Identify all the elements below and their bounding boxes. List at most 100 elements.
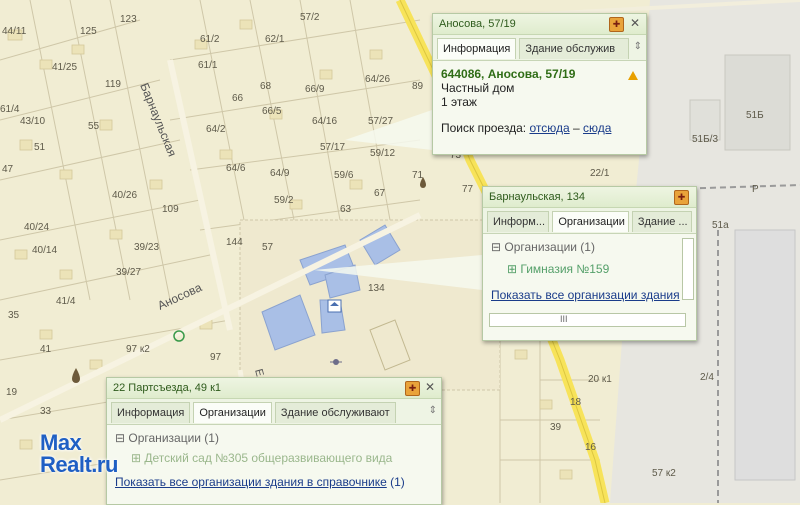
house-number-label: 61/2 bbox=[200, 34, 220, 45]
popup-barnaulskaya-title: Барнаульская, 134 bbox=[483, 187, 696, 208]
orgs-header[interactable]: ⊟ Организации (1) bbox=[491, 240, 688, 254]
house-number-label: 125 bbox=[80, 26, 97, 37]
house-number-label: 68 bbox=[260, 81, 272, 92]
popup-partsezda-body: ⊟ Организации (1) ⊞ Детский сад №305 общ… bbox=[107, 425, 441, 495]
house-number-label: 47 bbox=[2, 164, 14, 175]
org-item-label: Гимназия №159 bbox=[520, 262, 610, 276]
house-number-label: 40/24 bbox=[24, 222, 49, 233]
address-line: 644086, Аносова, 57/19 bbox=[441, 67, 576, 81]
orgs-header-label: Организации (1) bbox=[504, 240, 595, 254]
house-number-label: 20 к1 bbox=[588, 374, 612, 385]
tabs-more-icon[interactable]: ⇕ bbox=[429, 402, 437, 424]
org-item-label: Детский сад №305 общеразвивающего вида bbox=[144, 451, 393, 465]
all-orgs-count: (1) bbox=[390, 475, 405, 489]
route-from-link[interactable]: отсюда bbox=[529, 121, 569, 135]
house-number-label: 51а bbox=[712, 220, 729, 231]
all-orgs: Показать все организации здания в справо… bbox=[115, 475, 433, 489]
scroll-grip[interactable]: III bbox=[560, 314, 568, 324]
house-number-label: 51Б bbox=[746, 110, 764, 121]
house-number-label: 63 bbox=[340, 204, 352, 215]
close-icon[interactable]: ✕ bbox=[630, 16, 640, 30]
all-orgs: Показать все организации здания bbox=[491, 288, 688, 302]
house-number-label: 66/9 bbox=[305, 84, 325, 95]
route-to-link[interactable]: сюда bbox=[583, 121, 611, 135]
house-number-label: 41/4 bbox=[56, 296, 76, 307]
building-type: Частный дом bbox=[441, 81, 515, 95]
tab-building-service[interactable]: Здание обслуживают bbox=[274, 402, 396, 423]
horizontal-scrollbar[interactable]: III bbox=[489, 313, 686, 327]
house-number-label: 33 bbox=[40, 406, 52, 417]
house-number-label: 35 bbox=[8, 310, 20, 321]
house-number-label: 66 bbox=[232, 93, 244, 104]
route-search: Поиск проезда: отсюда – сюда bbox=[441, 121, 638, 135]
close-icon[interactable]: ✕ bbox=[425, 380, 435, 394]
house-number-label: 97 к2 bbox=[126, 344, 150, 355]
pin-icon[interactable]: ✚ bbox=[674, 190, 689, 205]
expand-icon[interactable]: ⊞ bbox=[131, 451, 144, 465]
house-number-label: 89 bbox=[412, 81, 424, 92]
house-number-label: 109 bbox=[162, 204, 179, 215]
tab-organizations[interactable]: Организации bbox=[552, 211, 629, 232]
house-number-label: 64/9 bbox=[270, 168, 290, 179]
house-number-label: 40/26 bbox=[112, 190, 137, 201]
house-number-label: 62/1 bbox=[265, 34, 285, 45]
house-number-label: 77 bbox=[462, 184, 474, 195]
watermark-logo: Max Realt.ru bbox=[40, 432, 118, 476]
house-number-label: 61/4 bbox=[0, 104, 20, 115]
floors: 1 этаж bbox=[441, 95, 477, 109]
house-number-label: 39/27 bbox=[116, 267, 141, 278]
all-orgs-link[interactable]: Показать все организации здания bbox=[491, 288, 680, 302]
house-number-label: 123 bbox=[120, 14, 137, 25]
pin-icon[interactable]: ✚ bbox=[609, 17, 624, 32]
house-number-label: 57 к2 bbox=[652, 468, 676, 479]
house-number-label: 97 bbox=[210, 352, 222, 363]
popup-barnaulskaya-body: ⊟ Организации (1) ⊞ Гимназия №159 Показа… bbox=[483, 234, 696, 341]
tab-information[interactable]: Информ... bbox=[487, 211, 550, 232]
tabs-more-icon[interactable]: ⇕ bbox=[634, 38, 642, 60]
route-sep: – bbox=[572, 121, 580, 135]
route-search-label: Поиск проезда: bbox=[441, 121, 527, 135]
house-number-label: 2/4 bbox=[700, 372, 714, 383]
house-number-label: 61/1 bbox=[198, 60, 218, 71]
popup-partsezda-tabs: Информация Организации Здание обслуживаю… bbox=[107, 399, 441, 425]
tab-information[interactable]: Информация bbox=[437, 38, 517, 59]
house-number-label: 39/23 bbox=[134, 242, 159, 253]
house-number-label: 64/16 bbox=[312, 116, 337, 127]
house-number-label: 57/27 bbox=[368, 116, 393, 127]
watermark-line2: Realt.ru bbox=[40, 452, 118, 477]
popup-anosova-body: 644086, Аносова, 57/19 Частный дом 1 эта… bbox=[433, 61, 646, 141]
house-number-label: 51Б/3 bbox=[692, 134, 718, 145]
tab-building[interactable]: Здание ... bbox=[631, 211, 692, 232]
house-number-label: 39 bbox=[550, 422, 562, 433]
house-number-label: 43/10 bbox=[20, 116, 45, 127]
org-item[interactable]: ⊞ Детский сад №305 общеразвивающего вида bbox=[131, 451, 433, 465]
house-number-label: 41/25 bbox=[52, 62, 77, 73]
house-number-label: 22/1 bbox=[590, 168, 610, 179]
tab-building-service[interactable]: Здание обслужив bbox=[519, 38, 630, 59]
tab-information[interactable]: Информация bbox=[111, 402, 191, 423]
house-number-label: 55 bbox=[88, 121, 100, 132]
collapse-icon[interactable]: ⊟ bbox=[491, 240, 504, 254]
house-number-label: 18 bbox=[570, 397, 582, 408]
orgs-header[interactable]: ⊟ Организации (1) bbox=[115, 431, 433, 445]
org-item[interactable]: ⊞ Гимназия №159 bbox=[507, 262, 688, 276]
house-number-label: 119 bbox=[105, 79, 121, 90]
popup-partsezda-title: 22 Партсъезда, 49 к1 bbox=[107, 378, 441, 399]
pin-icon[interactable]: ✚ bbox=[405, 381, 420, 396]
vertical-scrollbar[interactable] bbox=[682, 238, 694, 300]
tab-organizations[interactable]: Организации bbox=[193, 402, 272, 423]
expand-icon[interactable]: ⊞ bbox=[507, 262, 520, 276]
house-number-label: 64/2 bbox=[206, 124, 226, 135]
popup-barnaulskaya: Барнаульская, 134 ✚ Информ... Организаци… bbox=[482, 186, 697, 341]
house-number-label: 64/6 bbox=[226, 163, 246, 174]
all-orgs-link[interactable]: Показать все организации здания в справо… bbox=[115, 475, 387, 489]
house-number-label: 57 bbox=[262, 242, 274, 253]
house-number-label: 64/26 bbox=[365, 74, 390, 85]
house-number-label: 66/5 bbox=[262, 106, 282, 117]
orgs-header-label: Организации (1) bbox=[128, 431, 219, 445]
house-number-label: 59/2 bbox=[274, 195, 294, 206]
house-number-label: 59/12 bbox=[370, 148, 395, 159]
house-number-label: 57/17 bbox=[320, 142, 345, 153]
house-number-label: 59/6 bbox=[334, 170, 354, 181]
house-number-label: 40/14 bbox=[32, 245, 57, 256]
